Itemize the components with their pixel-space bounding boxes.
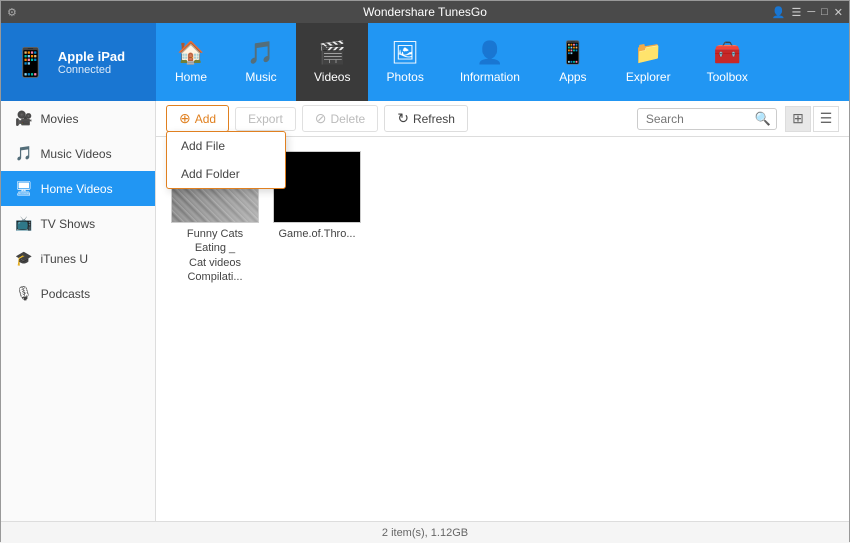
- apps-icon: 📱: [559, 40, 586, 66]
- itunes-u-icon: 🎓: [15, 250, 32, 267]
- window-controls: 👤 ☰ ─ □ ✕: [772, 6, 843, 19]
- music-icon: 🎵: [247, 40, 274, 66]
- tab-information[interactable]: 👤 Information: [442, 23, 538, 101]
- grid-view-button[interactable]: ⊞: [785, 106, 811, 132]
- tv-shows-icon: 📺: [15, 215, 32, 232]
- sidebar: 🎥 Movies 🎵 Music Videos 🖥 Home Videos 📺 …: [1, 101, 156, 521]
- refresh-button[interactable]: ↻ Refresh: [384, 105, 468, 132]
- sidebar-item-home-videos[interactable]: 🖥 Home Videos: [1, 171, 155, 206]
- tab-photos[interactable]: 🖼 Photos: [368, 23, 441, 101]
- content-area: ⊕ Add Add File Add Folder Export ⊘ Delet…: [156, 101, 849, 521]
- tab-videos[interactable]: 🎬 Videos: [296, 23, 368, 101]
- title-bar: ⚙ Wondershare TunesGo 👤 ☰ ─ □ ✕: [1, 1, 849, 23]
- sidebar-item-music-videos[interactable]: 🎵 Music Videos: [1, 136, 155, 171]
- add-button[interactable]: ⊕ Add: [166, 105, 229, 132]
- explorer-icon: 📁: [635, 40, 662, 66]
- close-button[interactable]: ✕: [834, 6, 843, 19]
- file-grid: Funny Cats Eating _ Cat videos Compilati…: [156, 137, 849, 521]
- information-icon: 👤: [476, 40, 503, 66]
- music-videos-icon: 🎵: [15, 145, 32, 162]
- add-file-item[interactable]: Add File: [167, 132, 285, 160]
- got-video-thumbnail: [273, 151, 361, 223]
- sidebar-item-movies[interactable]: 🎥 Movies: [1, 101, 155, 136]
- add-dropdown: Add File Add Folder: [166, 131, 286, 189]
- add-folder-item[interactable]: Add Folder: [167, 160, 285, 188]
- toolbox-icon: 🧰: [714, 40, 741, 66]
- movies-icon: 🎥: [15, 110, 32, 127]
- sidebar-item-podcasts[interactable]: 🎙 Podcasts: [1, 276, 155, 311]
- sidebar-item-tv-shows[interactable]: 📺 TV Shows: [1, 206, 155, 241]
- tab-apps[interactable]: 📱 Apps: [538, 23, 608, 101]
- nav-bar: 📱 Apple iPad Connected 🏠 Home 🎵 Music 🎬 …: [1, 23, 849, 101]
- status-bar: 2 item(s), 1.12GB: [1, 521, 849, 543]
- podcasts-icon: 🎙: [15, 285, 33, 302]
- tab-explorer[interactable]: 📁 Explorer: [608, 23, 689, 101]
- maximize-button[interactable]: □: [821, 6, 828, 18]
- device-info: 📱 Apple iPad Connected: [1, 23, 156, 101]
- nav-tabs: 🏠 Home 🎵 Music 🎬 Videos 🖼 Photos 👤 Infor…: [156, 23, 849, 101]
- device-text: Apple iPad Connected: [58, 49, 125, 76]
- device-icon: 📱: [13, 46, 48, 79]
- sidebar-item-itunes-u[interactable]: 🎓 iTunes U: [1, 241, 155, 276]
- tab-toolbox[interactable]: 🧰 Toolbox: [689, 23, 766, 101]
- file-name: Game.of.Thro...: [278, 227, 355, 241]
- app-title: Wondershare TunesGo: [363, 5, 487, 19]
- delete-button[interactable]: ⊘ Delete: [302, 105, 378, 132]
- device-name: Apple iPad: [58, 49, 125, 64]
- search-area: 🔍: [637, 108, 771, 130]
- user-icon[interactable]: 👤: [772, 6, 786, 19]
- app-icon: ⚙: [7, 6, 17, 19]
- list-view-button[interactable]: ☰: [813, 106, 839, 132]
- export-button[interactable]: Export: [235, 107, 296, 131]
- minimize-button[interactable]: ─: [807, 6, 815, 18]
- tab-home[interactable]: 🏠 Home: [156, 23, 226, 101]
- delete-icon: ⊘: [315, 110, 327, 127]
- search-icon: 🔍: [755, 111, 771, 127]
- device-status: Connected: [58, 64, 125, 76]
- add-circle-icon: ⊕: [179, 110, 191, 127]
- photos-icon: 🖼: [391, 40, 419, 66]
- toolbar: ⊕ Add Add File Add Folder Export ⊘ Delet…: [156, 101, 849, 137]
- tab-music[interactable]: 🎵 Music: [226, 23, 296, 101]
- view-toggle: ⊞ ☰: [785, 106, 839, 132]
- file-name: Funny Cats Eating _ Cat videos Compilati…: [170, 227, 260, 284]
- menu-icon[interactable]: ☰: [791, 6, 801, 19]
- main-area: 🎥 Movies 🎵 Music Videos 🖥 Home Videos 📺 …: [1, 101, 849, 521]
- home-videos-icon: 🖥: [15, 180, 33, 197]
- status-text: 2 item(s), 1.12GB: [382, 527, 468, 539]
- videos-icon: 🎬: [319, 40, 346, 66]
- home-icon: 🏠: [177, 40, 204, 66]
- refresh-icon: ↻: [397, 110, 409, 127]
